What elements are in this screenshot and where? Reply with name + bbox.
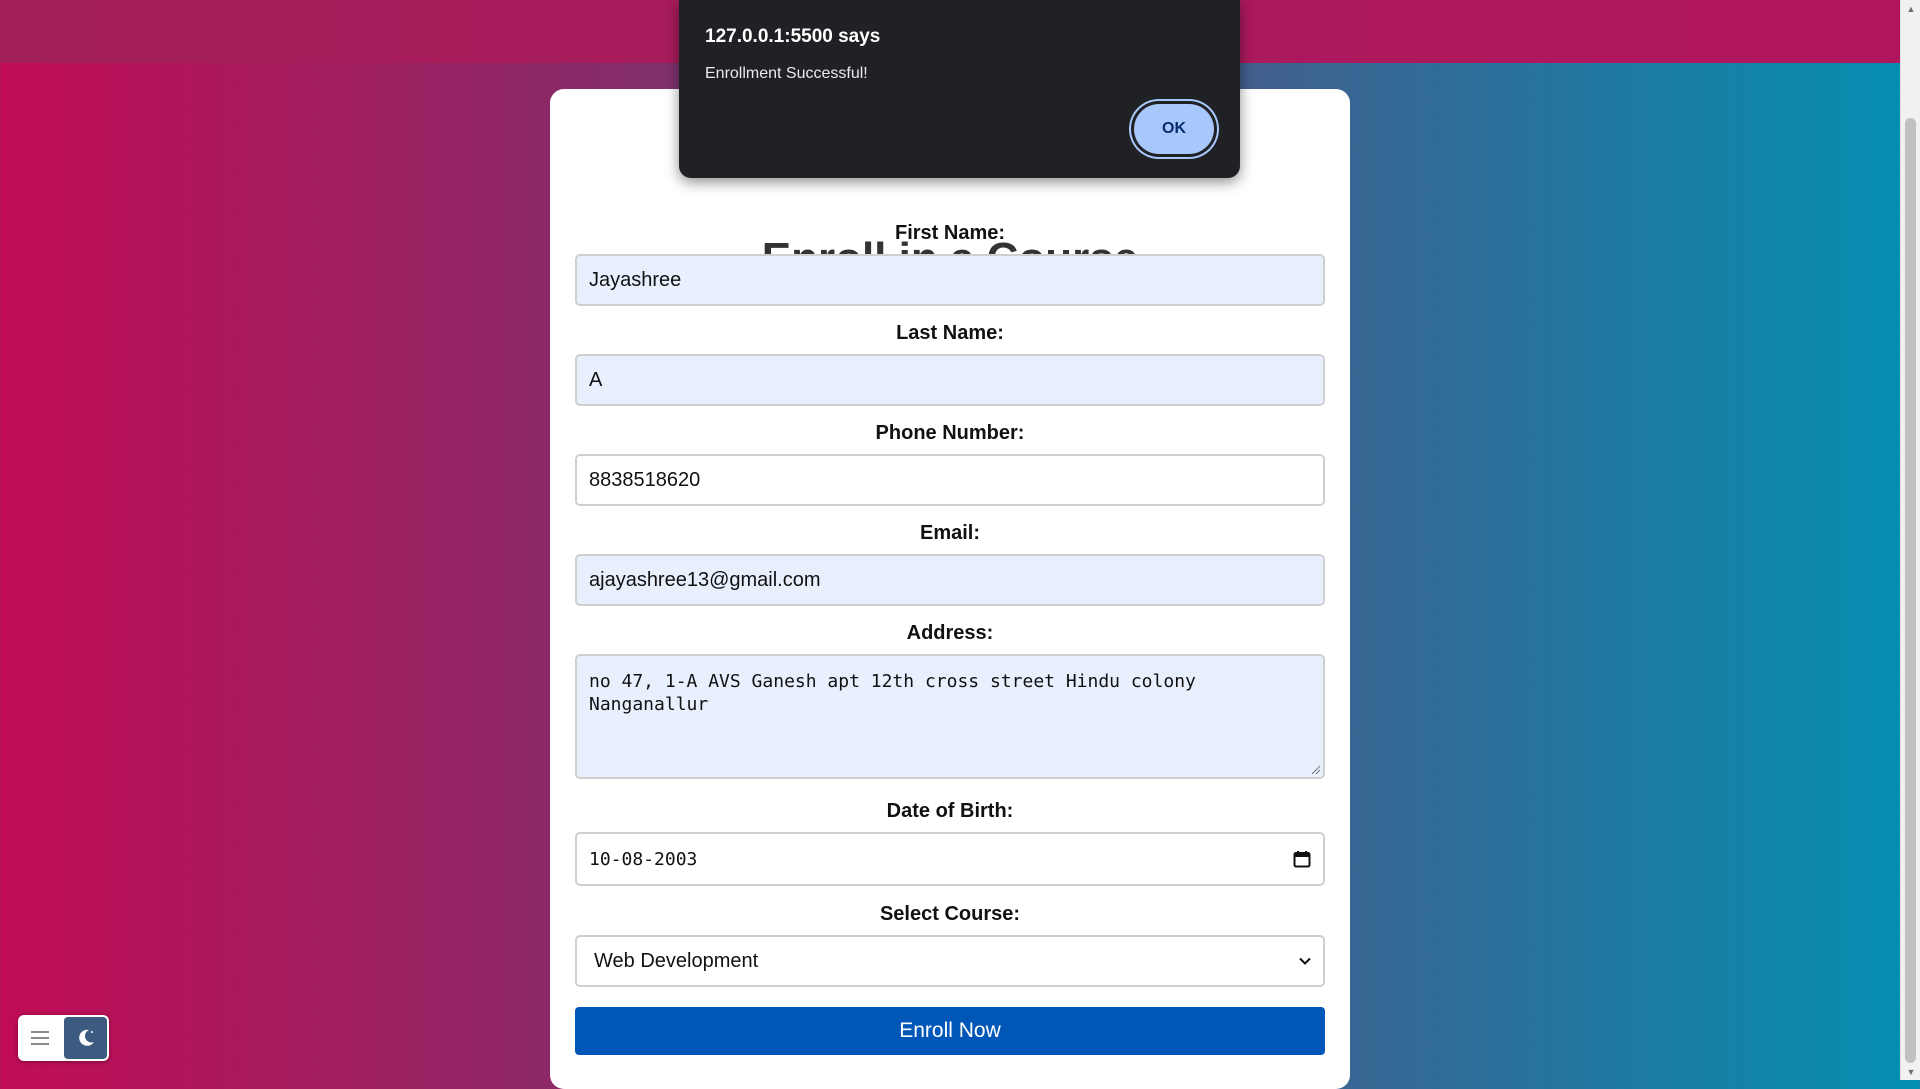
alert-dialog: 127.0.0.1:5500 says Enrollment Successfu…	[679, 0, 1240, 178]
phone-label: Phone Number:	[875, 422, 1025, 444]
floating-toolbar	[18, 1015, 109, 1061]
chevron-down-icon	[1299, 957, 1311, 965]
menu-button[interactable]	[26, 1024, 54, 1052]
email-value: ajayashree13@gmail.com	[589, 568, 821, 591]
first-name-label: First Name:	[894, 222, 1006, 244]
dob-date-input[interactable]: 10-08-2003	[575, 832, 1325, 886]
first-name-input[interactable]: Jayashree	[575, 254, 1325, 306]
dob-label: Date of Birth:	[886, 800, 1014, 822]
first-name-value: Jayashree	[589, 268, 682, 291]
course-select[interactable]: Web Development	[575, 935, 1325, 987]
dob-value: 10-08-2003	[589, 848, 698, 870]
hamburger-menu-icon	[31, 1031, 49, 1045]
scroll-down-arrow-icon[interactable]: ▼	[1901, 1063, 1920, 1080]
dialog-message: Enrollment Successful!	[705, 65, 868, 82]
last-name-label: Last Name:	[896, 322, 1004, 344]
theme-toggle-button[interactable]	[64, 1017, 107, 1059]
phone-value: 8838518620	[589, 468, 701, 491]
calendar-icon[interactable]	[1293, 850, 1311, 868]
enroll-now-button[interactable]: Enroll Now	[575, 1007, 1325, 1055]
moon-icon	[78, 1029, 94, 1046]
email-label: Email:	[919, 522, 981, 544]
scroll-up-arrow-icon[interactable]: ▲	[1901, 0, 1920, 17]
dialog-origin-title: 127.0.0.1:5500 says	[705, 26, 881, 47]
address-label: Address:	[906, 622, 994, 644]
last-name-value: A	[589, 368, 603, 391]
resize-grip-icon[interactable]	[1310, 764, 1320, 774]
last-name-input[interactable]: A	[575, 354, 1325, 406]
email-input[interactable]: ajayashree13@gmail.com	[575, 554, 1325, 606]
address-textarea[interactable]: no 47, 1-A AVS Ganesh apt 12th cross str…	[575, 654, 1325, 779]
course-selected-value: Web Development	[594, 949, 759, 972]
course-label: Select Course:	[879, 903, 1021, 925]
phone-input[interactable]: 8838518620	[575, 454, 1325, 506]
vertical-scrollbar[interactable]: ▲ ▼	[1900, 0, 1920, 1080]
scroll-thumb[interactable]	[1905, 118, 1916, 1063]
address-value: no 47, 1-A AVS Ganesh apt 12th cross str…	[589, 671, 1196, 715]
dialog-ok-button[interactable]: OK	[1134, 104, 1214, 154]
enrollment-form-card: Enroll in a Course First Name: Jayashree…	[550, 89, 1350, 1089]
